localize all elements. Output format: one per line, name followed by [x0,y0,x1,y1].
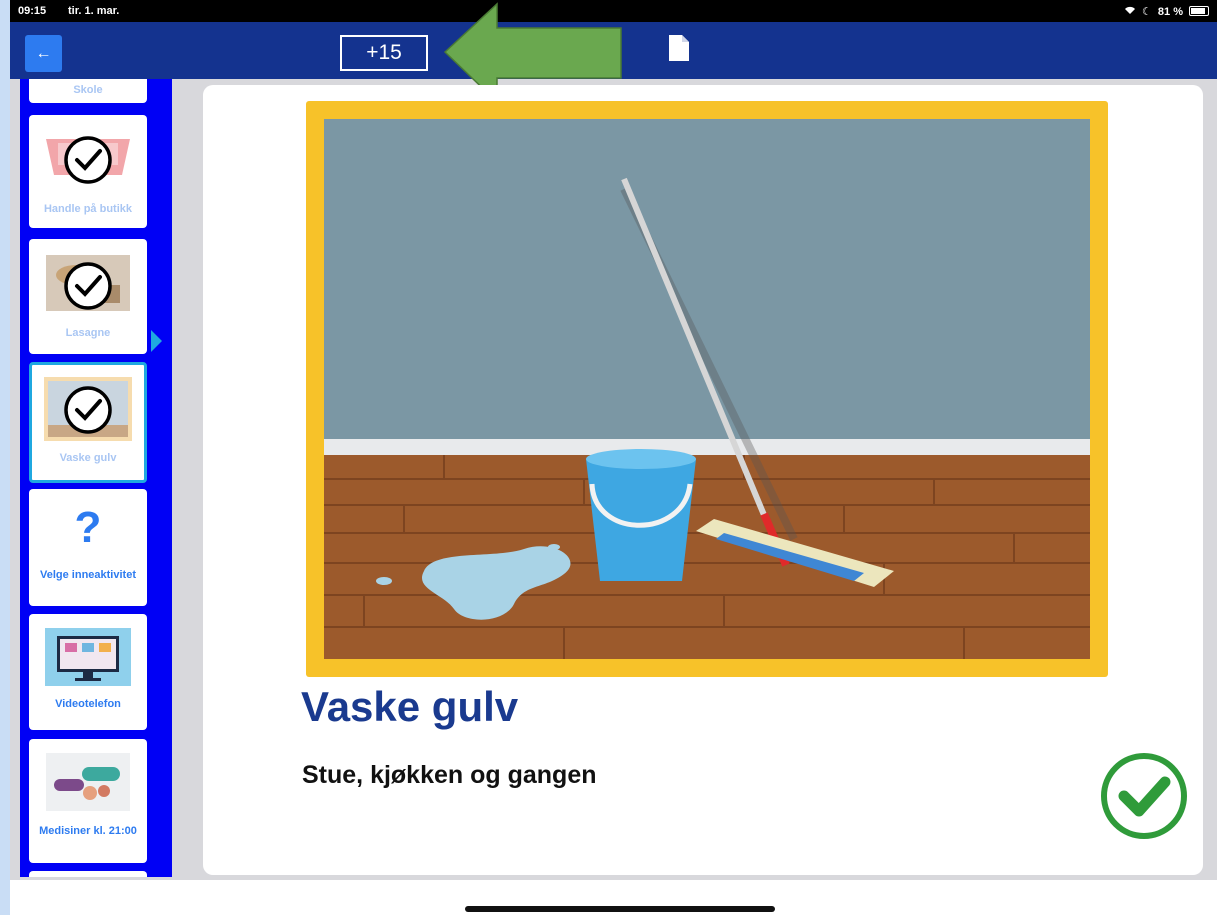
sidebar-item-label: Handle på butikk [43,203,133,215]
back-arrow-icon: ← [35,44,52,62]
sidebar-item-label: Skole [73,84,103,96]
sidebar-item-skole[interactable]: Skole [29,79,147,103]
wifi-icon [1124,5,1136,18]
active-item-pointer [151,330,162,352]
counter-value: +15 [366,41,402,64]
moon-icon: ☾ [1142,6,1152,18]
sidebar-item-handle-pa-butikk[interactable]: Handle på butikk [29,115,147,228]
check-icon [64,262,112,310]
sidebar-item-vaske-gulv[interactable]: Vaske gulv [29,362,147,483]
home-indicator[interactable] [465,906,775,912]
sidebar-item-label: Velge inneaktivitet [40,569,136,581]
sidebar-item-medisiner[interactable]: Medisiner kl. 21:00 [29,739,147,863]
time-counter-button[interactable]: +15 [340,35,428,71]
video-monitor-thumbnail [45,628,131,686]
mop-and-bucket-illustration [324,119,1090,659]
pills-thumbnail [46,753,130,811]
activity-detail-card: Vaske gulv Stue, kjøkken og gangen [203,85,1203,875]
sidebar-item-lasagne[interactable]: Lasagne [29,239,147,354]
battery-text: 81 % [1157,5,1183,18]
check-icon [64,386,112,434]
sidebar-item-label: Lasagne [65,327,111,339]
activity-subtitle: Stue, kjøkken og gangen [302,761,597,789]
back-button[interactable]: ← [25,35,62,72]
status-indicators: ☾ 81 % [1124,5,1183,18]
activity-picture-frame [306,101,1108,677]
activity-title: Vaske gulv [301,683,519,730]
sidebar-item-label: Videotelefon [55,698,121,710]
sidebar-item-velge-inneaktivitet[interactable]: ? Velge inneaktivitet [29,489,147,606]
activity-sidebar[interactable]: Skole Handle på butikk Lasagne Vaske gul… [20,79,172,877]
question-mark-icon: ? [74,503,102,552]
sidebar-item-next[interactable] [29,871,147,877]
sidebar-item-videotelefon[interactable]: Videotelefon [29,614,147,730]
battery-icon [1189,6,1209,16]
sidebar-item-label: Medisiner kl. 21:00 [39,825,137,837]
document-icon[interactable] [669,35,689,66]
tablet-screen: 09:15 tir. 1. mar. ☾ 81 % ← +15 Skole Ha… [10,0,1217,915]
status-time: 09:15 [18,5,47,17]
sidebar-item-label: Vaske gulv [59,452,117,464]
check-icon [64,136,112,184]
done-check-button[interactable] [1098,750,1190,842]
status-date: tir. 1. mar. [68,5,120,17]
